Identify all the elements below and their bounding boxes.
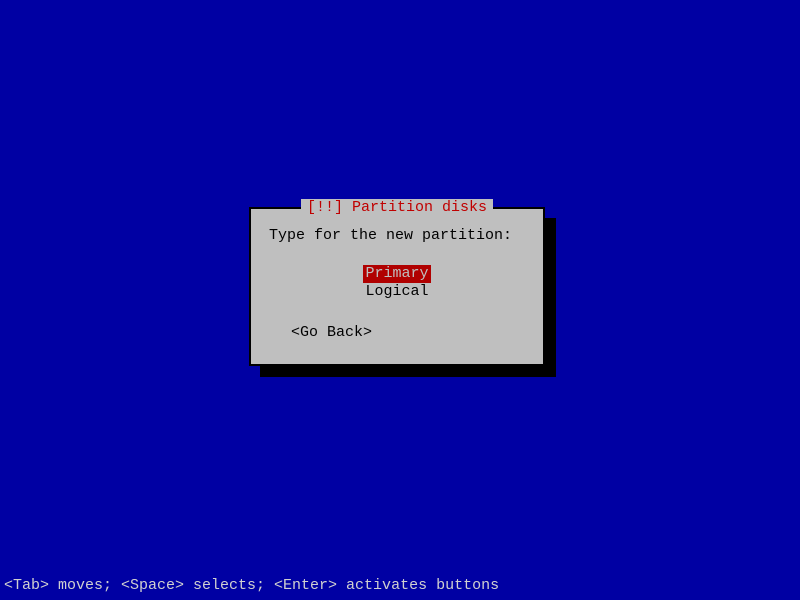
option-logical[interactable]: Logical [365, 283, 428, 301]
dialog-title-wrap: [!!] Partition disks [251, 199, 543, 216]
dialog-title: [!!] Partition disks [301, 199, 493, 216]
option-primary[interactable]: Primary [363, 265, 430, 283]
status-bar: <Tab> moves; <Space> selects; <Enter> ac… [4, 577, 499, 594]
partition-type-options: Primary Logical [251, 265, 543, 301]
dialog-prompt: Type for the new partition: [269, 227, 512, 244]
go-back-button[interactable]: <Go Back> [291, 324, 372, 341]
partition-type-dialog: [!!] Partition disks Type for the new pa… [249, 207, 545, 366]
